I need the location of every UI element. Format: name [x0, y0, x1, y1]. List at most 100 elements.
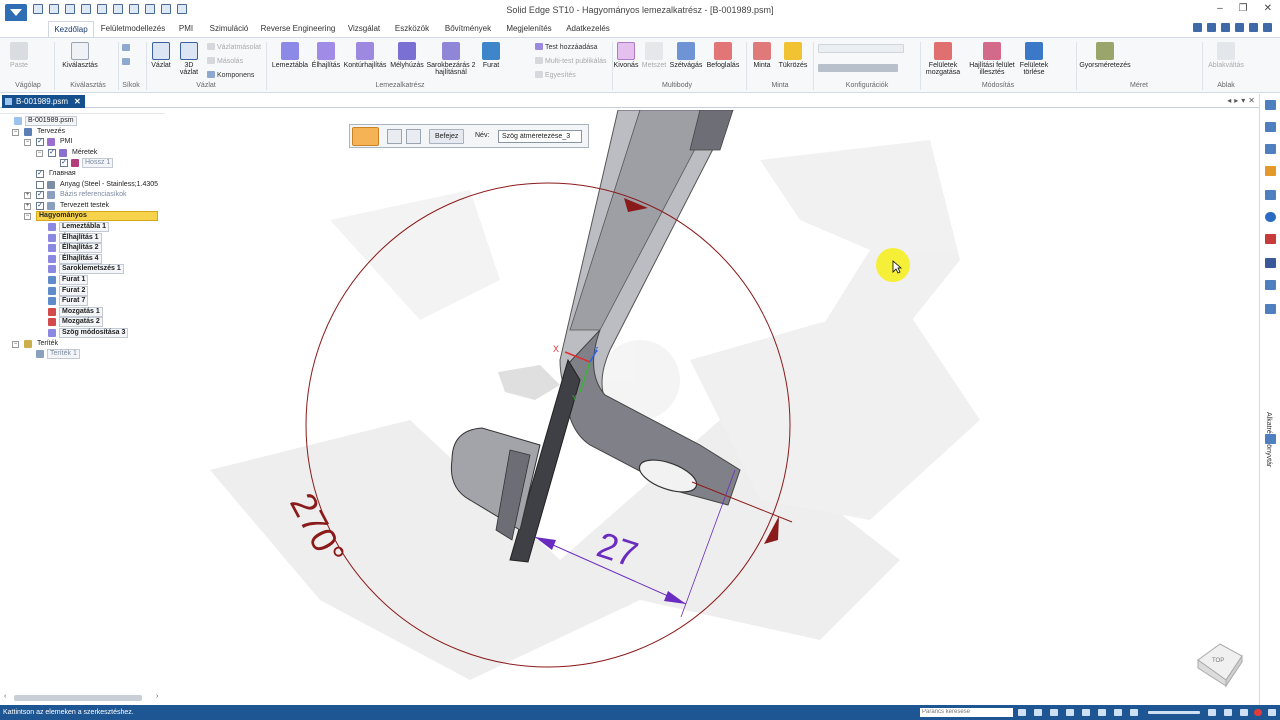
feature-name-input[interactable]: [498, 130, 582, 143]
status-icon[interactable]: [1114, 709, 1122, 716]
maximize-button[interactable]: ❐: [1239, 3, 1248, 14]
collapse-icon[interactable]: −: [12, 128, 19, 136]
component-button[interactable]: Komponens: [207, 71, 254, 79]
collapse-icon[interactable]: −: [36, 149, 43, 157]
status-icon[interactable]: [1082, 709, 1090, 716]
mirror-button[interactable]: Tükrözés: [776, 42, 810, 69]
expand-icon[interactable]: +: [24, 192, 31, 200]
bend-icon[interactable]: [387, 129, 402, 144]
visibility-checkbox[interactable]: ✓: [60, 159, 68, 168]
expand-icon[interactable]: +: [24, 202, 31, 210]
visibility-checkbox[interactable]: [36, 180, 44, 189]
bend-option-icon[interactable]: [406, 129, 421, 144]
status-icon[interactable]: [1208, 709, 1216, 716]
model-view[interactable]: 270° 27 X Y Z TOP: [165, 110, 1259, 705]
status-icon[interactable]: [1098, 709, 1106, 716]
collapse-icon[interactable]: −: [12, 340, 19, 348]
tab-feature-button[interactable]: Lemeztábla: [270, 42, 310, 69]
tree-node[interactable]: Furat 1: [0, 275, 165, 285]
bend-fit-button[interactable]: Hajlítási felület illesztés: [966, 42, 1018, 76]
visibility-checkbox[interactable]: ✓: [36, 191, 44, 200]
copy-button[interactable]: Másolás: [207, 57, 243, 65]
collapse-icon[interactable]: −: [24, 213, 31, 221]
subtract-button[interactable]: Kivonás: [612, 42, 640, 69]
visibility-checkbox[interactable]: ✓: [36, 201, 44, 210]
status-icon[interactable]: [1240, 709, 1248, 716]
tree-node[interactable]: + ✓ Tervezett testek: [0, 201, 165, 211]
tree-node[interactable]: − ✓ Méretek: [0, 148, 165, 158]
config-tools[interactable]: [818, 64, 900, 73]
tab-view[interactable]: Megjelenítés: [504, 21, 554, 37]
multibody-publish-button[interactable]: Multi-test publikálás: [535, 57, 606, 65]
tree-node[interactable]: + ✓ Bázis referenciasíkok: [0, 190, 165, 200]
help-circle-icon[interactable]: [1265, 212, 1276, 222]
tree-node[interactable]: − Tervezés: [0, 127, 165, 137]
command-search-input[interactable]: [920, 708, 1013, 717]
tree-node[interactable]: − ✓ PMI: [0, 137, 165, 147]
close-doc-icon[interactable]: [1263, 23, 1272, 32]
select-button[interactable]: Kiválasztás: [60, 42, 100, 69]
add-body-button[interactable]: Test hozzáadása: [535, 43, 598, 51]
restore-doc-icon[interactable]: [1249, 23, 1258, 32]
close-button[interactable]: ✕: [1264, 3, 1272, 14]
pattern-button[interactable]: Minta: [750, 42, 774, 69]
flange-button[interactable]: Élhajlítás: [310, 42, 342, 69]
view-cube[interactable]: TOP: [1197, 643, 1243, 688]
contour-flange-button[interactable]: Kontúrhajlítás: [342, 42, 388, 69]
visibility-checkbox[interactable]: ✓: [48, 148, 56, 157]
tree-node[interactable]: Saroklemetszés 1: [0, 264, 165, 275]
move-faces-button[interactable]: Felületek mozgatása: [922, 42, 964, 76]
minimize-doc-icon[interactable]: [1235, 23, 1244, 32]
tree-node[interactable]: − Hagyományos: [0, 211, 165, 222]
tree-node[interactable]: Élhajlítás 1: [0, 232, 165, 243]
enclose-button[interactable]: Befoglalás: [704, 42, 742, 69]
panel-icon[interactable]: [1265, 122, 1276, 132]
status-icon[interactable]: [1018, 709, 1026, 716]
paste-button[interactable]: Paste: [6, 42, 32, 69]
visibility-checkbox[interactable]: ✓: [36, 138, 44, 147]
panel-icon[interactable]: [1265, 190, 1276, 200]
tab-data-management[interactable]: Adatkezelés: [562, 21, 614, 37]
youtube-icon[interactable]: [1265, 234, 1276, 244]
visibility-checkbox[interactable]: ✓: [36, 170, 44, 178]
tab-pmi[interactable]: PMI: [174, 21, 198, 37]
tab-home[interactable]: Kezdőlap: [48, 21, 94, 37]
record-icon[interactable]: [1254, 709, 1262, 716]
3d-sketch-button[interactable]: 3D vázlat: [177, 42, 201, 76]
library-icon[interactable]: [1265, 304, 1276, 314]
projection-button[interactable]: Vázlatmásolat: [207, 43, 261, 51]
panel-icon[interactable]: [1265, 434, 1276, 444]
dimple-button[interactable]: Mélyhúzás: [388, 42, 426, 69]
status-icon[interactable]: [1034, 709, 1042, 716]
zoom-slider[interactable]: [1148, 711, 1200, 714]
scroll-right-icon[interactable]: ›: [156, 693, 158, 700]
scroll-left-icon[interactable]: ‹: [4, 693, 6, 700]
layout-icon[interactable]: [1207, 23, 1216, 32]
tree-node[interactable]: ✓ Hossz 1: [0, 158, 165, 169]
tree-node[interactable]: Élhajlítás 4: [0, 253, 165, 264]
tab-reverse-engineering[interactable]: Reverse Engineering: [260, 21, 336, 37]
tree-node[interactable]: Élhajlítás 2: [0, 243, 165, 254]
panel-icon[interactable]: [1265, 144, 1276, 154]
status-icon[interactable]: [1066, 709, 1074, 716]
tree-node[interactable]: B-001989.psm: [0, 116, 165, 126]
tree-node[interactable]: − Teríték: [0, 339, 165, 349]
tree-node[interactable]: Furat 7: [0, 296, 165, 307]
minimize-button[interactable]: ‒: [1217, 3, 1223, 14]
split-button[interactable]: Szétvágás: [668, 42, 704, 69]
document-nav-arrows[interactable]: ◂▸▾✕: [1227, 96, 1258, 105]
tab-simulation[interactable]: Szimuláció: [206, 21, 252, 37]
tree-node[interactable]: Furat 2: [0, 285, 165, 296]
union-button[interactable]: Egyesítés: [535, 71, 576, 79]
intersect-button[interactable]: Metszet: [640, 42, 668, 69]
tab-tools[interactable]: Eszközök: [392, 21, 432, 37]
plane-button-2[interactable]: [122, 58, 132, 66]
help-icon[interactable]: [1193, 23, 1202, 32]
tree-node[interactable]: Mozgatás 1: [0, 306, 165, 317]
status-icon[interactable]: [1050, 709, 1058, 716]
tree-node[interactable]: Lemeztábla 1: [0, 222, 165, 232]
panel-icon[interactable]: [1265, 100, 1276, 110]
tree-node[interactable]: Teríték 1: [0, 349, 165, 360]
delete-faces-button[interactable]: Felületek törlése: [1018, 42, 1050, 76]
tab-add-ins[interactable]: Bővítmények: [440, 21, 496, 37]
